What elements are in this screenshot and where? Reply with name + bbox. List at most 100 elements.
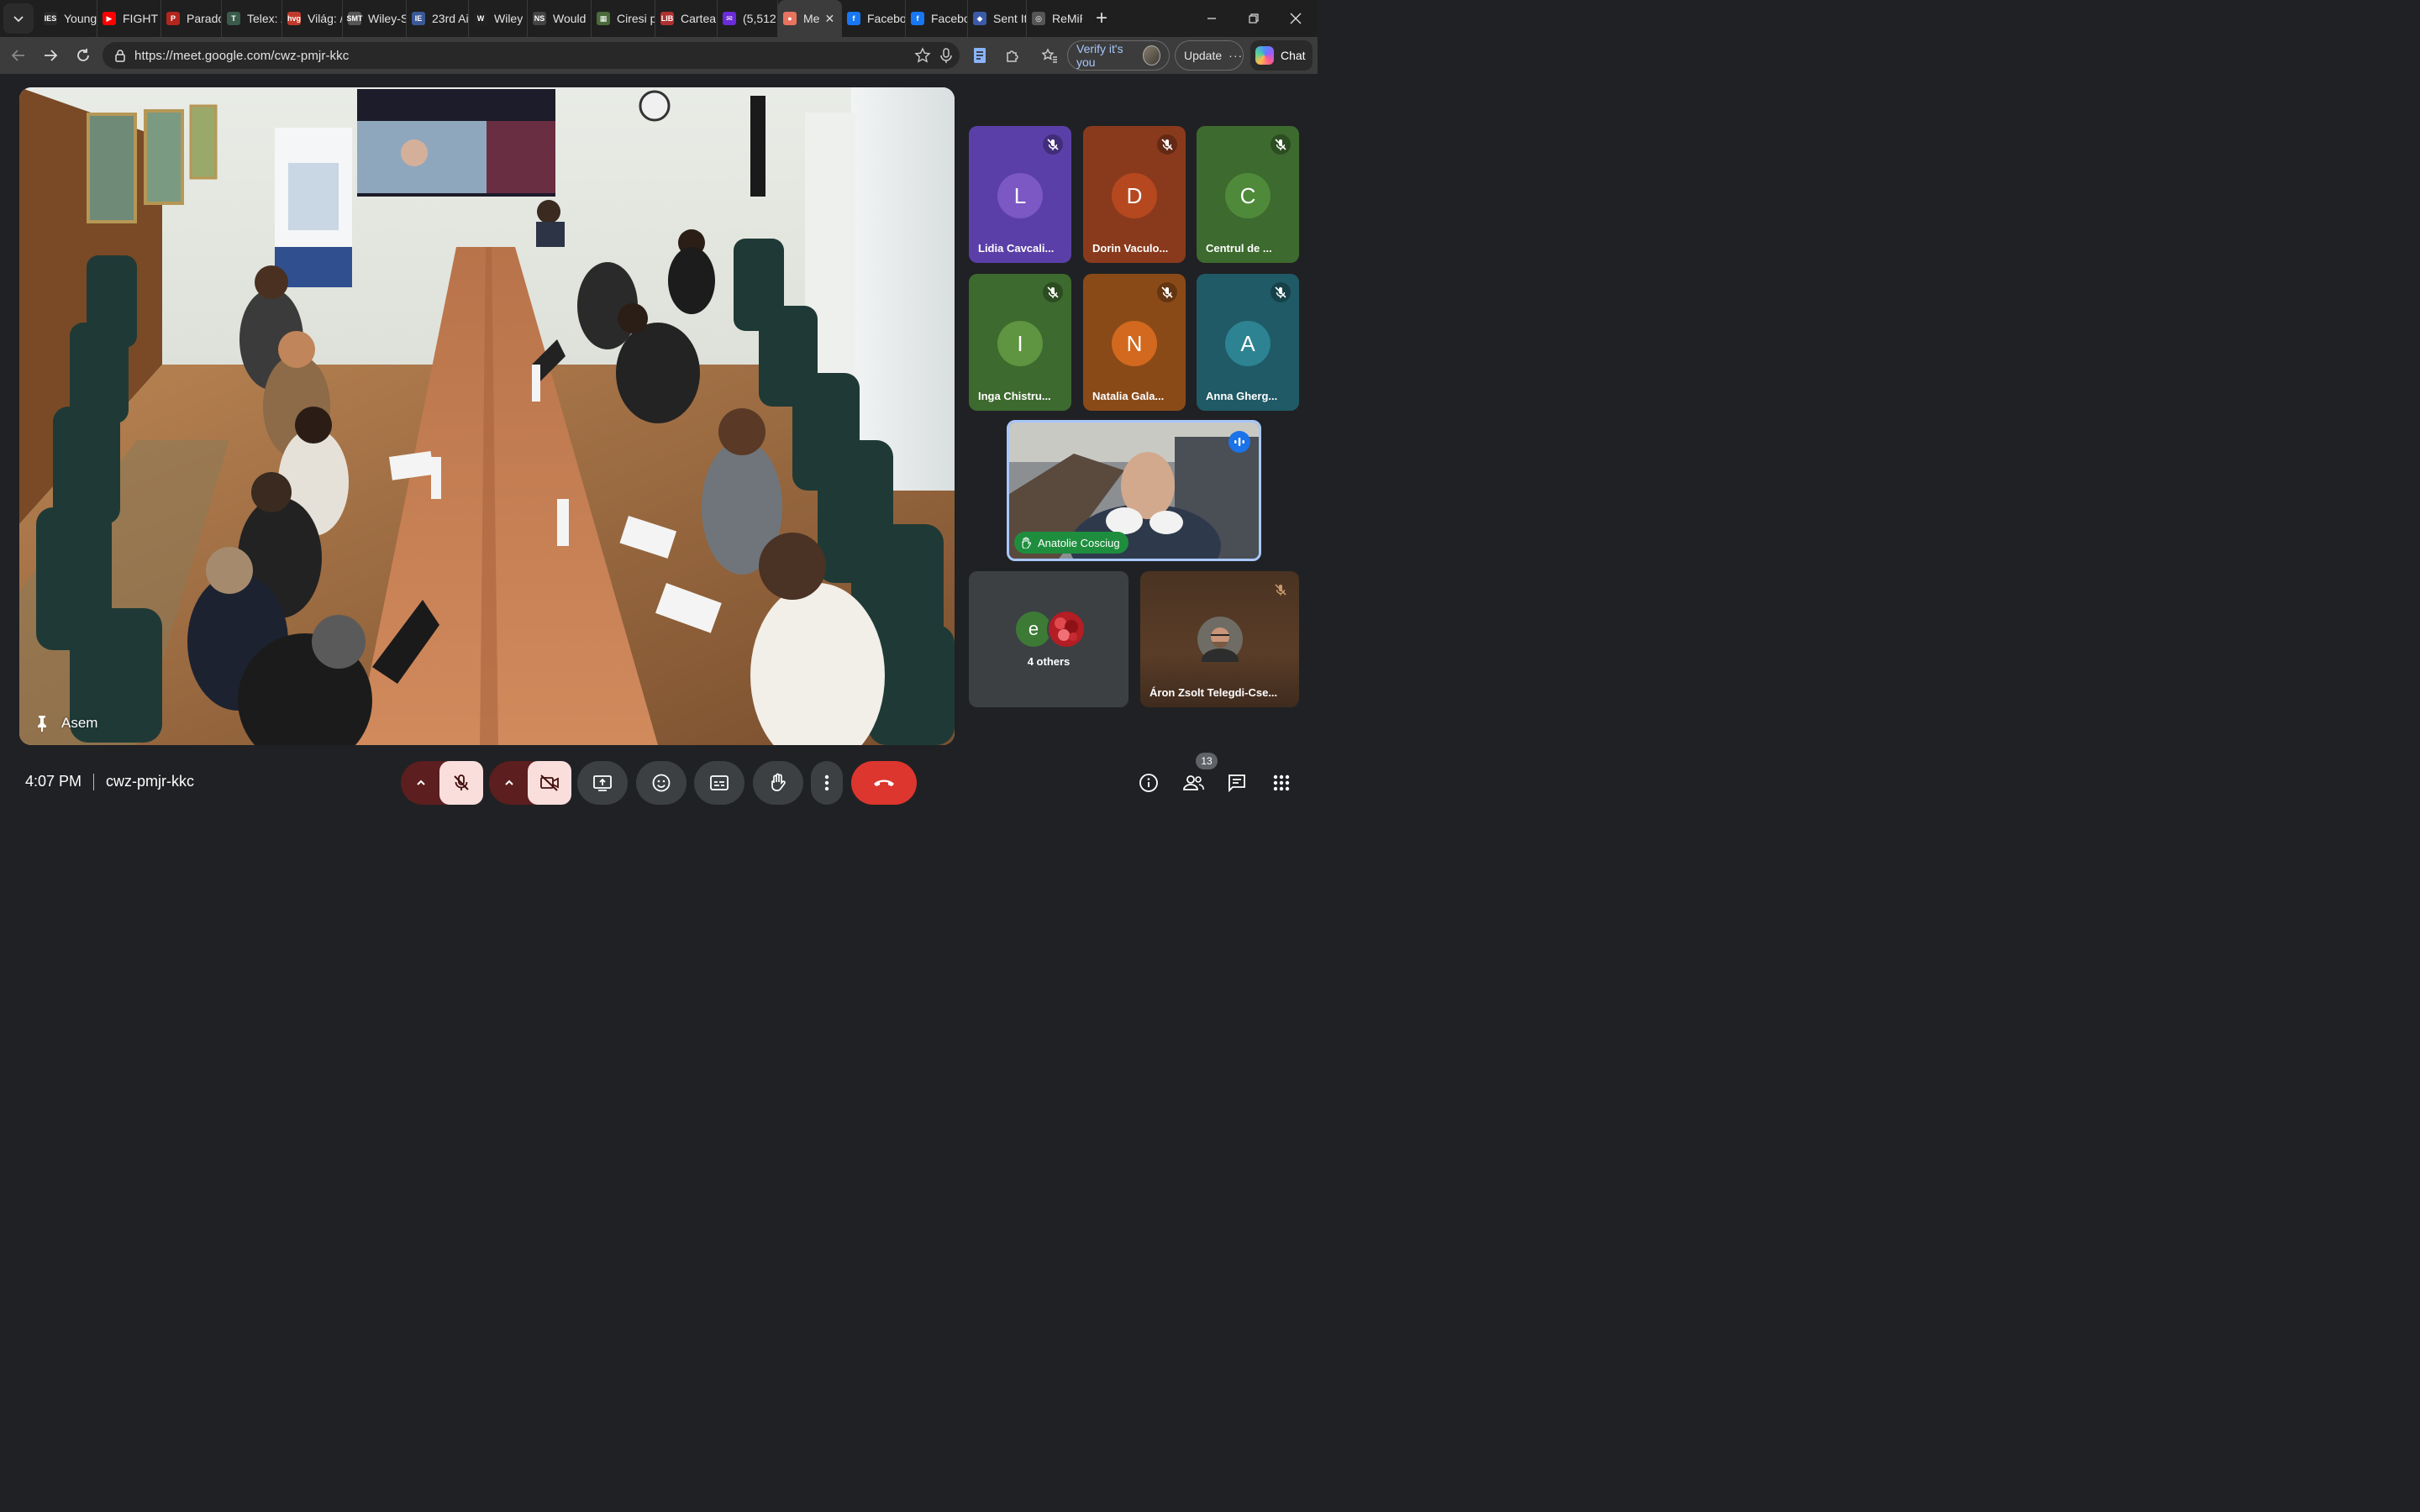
tab-title: 23rd Ai bbox=[432, 12, 469, 25]
tab-title: Sent It bbox=[993, 12, 1027, 25]
copilot-chat-button[interactable]: Chat bbox=[1250, 40, 1313, 71]
browser-tab[interactable]: ▦ Ciresi p bbox=[592, 0, 655, 37]
arrow-left-icon bbox=[11, 50, 24, 61]
present-screen-button[interactable] bbox=[577, 761, 628, 805]
close-icon bbox=[1290, 13, 1302, 24]
browser-tab[interactable]: ▶ FIGHT bbox=[97, 0, 161, 37]
audio-options-button[interactable] bbox=[401, 761, 441, 805]
people-button[interactable] bbox=[1181, 771, 1205, 795]
pinned-name: Asem bbox=[61, 715, 98, 731]
browser-tab[interactable]: IES Young bbox=[39, 0, 97, 37]
activities-button[interactable] bbox=[1270, 771, 1293, 795]
participant-tile[interactable]: N Natalia Gala... bbox=[1083, 274, 1186, 411]
browser-tab[interactable]: hvg Világ: / bbox=[282, 0, 343, 37]
browser-tab[interactable]: P Parado bbox=[161, 0, 222, 37]
close-window-button[interactable] bbox=[1276, 0, 1316, 37]
mic-off-badge bbox=[1043, 134, 1063, 155]
browser-tab[interactable]: ◆ Sent It bbox=[968, 0, 1027, 37]
browser-tab[interactable]: ● Me ✕ bbox=[778, 0, 842, 37]
tab-title: Wiley-S bbox=[368, 12, 407, 25]
others-tile[interactable]: e 4 others bbox=[969, 571, 1128, 707]
divider bbox=[93, 773, 95, 790]
address-bar[interactable]: https://meet.google.com/cwz-pmjr-kkc bbox=[103, 42, 960, 69]
raise-hand-button[interactable] bbox=[753, 761, 803, 805]
restore-button[interactable] bbox=[1234, 0, 1274, 37]
browser-tab[interactable]: LIB Cartea bbox=[655, 0, 718, 37]
tab-title: Parado bbox=[187, 12, 222, 25]
participant-tile-aron[interactable]: Áron Zsolt Telegdi-Cse... bbox=[1140, 571, 1299, 707]
video-options-button[interactable] bbox=[489, 761, 529, 805]
browser-nav-bar: https://meet.google.com/cwz-pmjr-kkc Ver… bbox=[0, 37, 1318, 74]
meeting-details-button[interactable] bbox=[1137, 771, 1160, 795]
camera-toggle-button[interactable] bbox=[528, 761, 571, 805]
mic-off-badge bbox=[1270, 580, 1291, 600]
leave-call-button[interactable] bbox=[851, 761, 917, 805]
participant-name: Inga Chistru... bbox=[978, 390, 1051, 402]
more-options-button[interactable] bbox=[811, 761, 843, 805]
browser-tab[interactable]: W Wiley bbox=[469, 0, 528, 37]
hvg-icon: hvg bbox=[287, 12, 301, 25]
microphone-icon[interactable] bbox=[939, 47, 953, 67]
browser-tab[interactable]: IE 23rd Ai bbox=[407, 0, 469, 37]
emoji-icon bbox=[652, 774, 671, 792]
facebook-icon: f bbox=[847, 12, 860, 25]
favorites-icon[interactable] bbox=[1039, 45, 1060, 66]
participant-tile[interactable]: D Dorin Vaculo... bbox=[1083, 126, 1186, 263]
captions-button[interactable] bbox=[694, 761, 744, 805]
participant-tile[interactable]: I Inga Chistru... bbox=[969, 274, 1071, 411]
mic-off-badge bbox=[1270, 134, 1291, 155]
browser-tab[interactable]: f Facebo bbox=[842, 0, 906, 37]
back-button[interactable] bbox=[3, 40, 34, 71]
tab-title: Would bbox=[553, 12, 587, 25]
pin-icon[interactable] bbox=[34, 715, 50, 732]
facebook-icon: f bbox=[911, 12, 924, 25]
extensions-icon[interactable] bbox=[1002, 45, 1023, 66]
browser-tab[interactable]: T Telex: / bbox=[222, 0, 282, 37]
chat-icon bbox=[1228, 774, 1245, 793]
chat-button[interactable] bbox=[1225, 771, 1249, 795]
tab-title: Telex: / bbox=[247, 12, 282, 25]
people-count-badge: 13 bbox=[1196, 753, 1218, 769]
star-icon[interactable] bbox=[914, 47, 931, 67]
browser-tab[interactable]: f Facebo bbox=[906, 0, 968, 37]
participant-avatar-initial: I bbox=[997, 321, 1043, 366]
participant-tile[interactable]: C Centrul de ... bbox=[1197, 126, 1299, 263]
new-tab-button[interactable]: + bbox=[1089, 6, 1114, 31]
microphone-toggle-button[interactable] bbox=[439, 761, 483, 805]
participant-tile[interactable]: L Lidia Cavcali... bbox=[969, 126, 1071, 263]
verify-identity-button[interactable]: Verify it's you bbox=[1067, 40, 1170, 71]
tab-title: FIGHT bbox=[123, 12, 158, 25]
participant-tile[interactable]: A Anna Gherg... bbox=[1197, 274, 1299, 411]
close-tab-icon[interactable]: ✕ bbox=[824, 12, 834, 26]
update-button[interactable]: Update ··· bbox=[1175, 40, 1244, 71]
conference-room-video bbox=[19, 87, 955, 745]
others-avatar-photo bbox=[1047, 610, 1086, 648]
speaker-name: Anatolie Cosciug bbox=[1038, 536, 1120, 549]
url-text: https://meet.google.com/cwz-pmjr-kkc bbox=[134, 48, 350, 63]
minimize-icon bbox=[1207, 18, 1216, 19]
mic-off-badge bbox=[1157, 134, 1177, 155]
mic-off-icon bbox=[1047, 139, 1059, 150]
lock-icon bbox=[115, 50, 125, 62]
browser-tab[interactable]: ✉ (5,512 bbox=[718, 0, 778, 37]
wiley-w-icon: W bbox=[474, 12, 487, 25]
ies-icon: IES bbox=[44, 12, 57, 25]
tab-strip: IES Young ▶ FIGHT P Parado T Telex: / hvg Világ: … bbox=[39, 0, 1082, 37]
reload-button[interactable] bbox=[68, 40, 98, 71]
browser-tab[interactable]: ◎ ReMiR bbox=[1027, 0, 1082, 37]
verify-label: Verify it's you bbox=[1076, 42, 1123, 69]
mic-off-badge bbox=[1270, 282, 1291, 302]
update-label: Update bbox=[1184, 49, 1223, 62]
minimize-button[interactable] bbox=[1192, 0, 1232, 37]
reactions-button[interactable] bbox=[636, 761, 687, 805]
tab-search-button[interactable] bbox=[3, 3, 34, 34]
active-speaker-tile[interactable]: Anatolie Cosciug bbox=[1007, 420, 1261, 561]
tab-title: Me bbox=[803, 12, 820, 25]
forward-button[interactable] bbox=[35, 40, 66, 71]
tab-title: Facebo bbox=[931, 12, 968, 25]
browser-tab[interactable]: NS Would bbox=[528, 0, 592, 37]
reading-view-icon[interactable] bbox=[970, 45, 990, 66]
browser-tab[interactable]: SMT Wiley-S bbox=[343, 0, 407, 37]
speaker-name-chip: Anatolie Cosciug bbox=[1014, 532, 1128, 554]
pinned-video-tile[interactable]: Asem bbox=[19, 87, 955, 745]
